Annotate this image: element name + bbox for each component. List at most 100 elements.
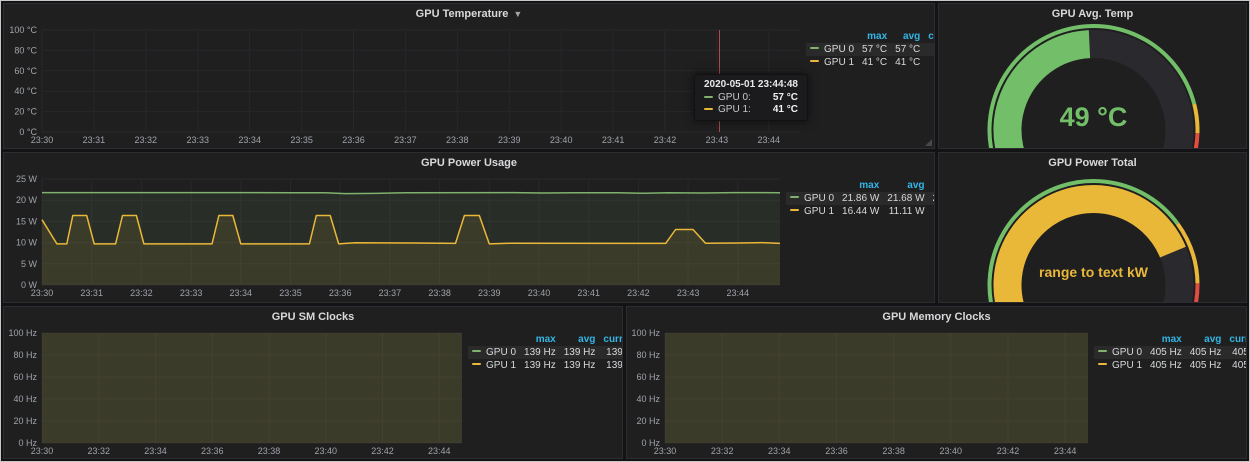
svg-text:23:32: 23:32 <box>88 446 111 456</box>
stat-avg: 139 Hz <box>560 359 600 372</box>
panel-title-gpu-power-total[interactable]: GPU Power Total <box>939 155 1246 171</box>
svg-text:23:34: 23:34 <box>230 288 253 298</box>
svg-text:23:42: 23:42 <box>627 288 650 298</box>
panel-title-text: GPU Power Usage <box>421 157 517 169</box>
gpu-sm-clocks-legend: max avg current GPU 0 139 Hz 139 Hz 139 … <box>468 333 618 372</box>
legend-row-gpu1: GPU 1 405 Hz 405 Hz 405 Hz <box>1094 359 1247 372</box>
svg-text:40 °C: 40 °C <box>14 86 37 96</box>
tooltip-timestamp: 2020-05-01 23:44:48 <box>704 79 798 90</box>
svg-text:49 °C: 49 °C <box>1060 102 1128 132</box>
stat-current: 21.77 W <box>929 192 935 205</box>
legend-header-max: max <box>1146 333 1186 346</box>
panel-gpu-temperature: GPU Temperature▼ 0 °C20 °C40 °C60 °C80 °… <box>3 3 935 149</box>
svg-text:10 W: 10 W <box>16 238 38 248</box>
series-swatch <box>810 60 819 62</box>
gpu-memory-clocks-chart[interactable]: 0 Hz20 Hz40 Hz60 Hz80 Hz100 Hz23:3023:32… <box>629 325 1094 459</box>
legend-series-gpu0[interactable]: GPU 0 <box>806 43 858 56</box>
svg-text:23:30: 23:30 <box>654 446 677 456</box>
svg-text:20 W: 20 W <box>16 195 38 205</box>
panel-title-text: GPU SM Clocks <box>272 311 355 323</box>
stat-current: 41 °C <box>924 56 935 69</box>
svg-text:23:38: 23:38 <box>882 446 905 456</box>
panel-gpu-sm-clocks: GPU SM Clocks 0 Hz20 Hz40 Hz60 Hz80 Hz10… <box>3 306 623 459</box>
gpu-avg-temp-gauge: 49 °C <box>941 22 1244 149</box>
legend-series-gpu0[interactable]: GPU 0 <box>468 346 520 359</box>
legend-header-avg: avg <box>883 179 928 192</box>
series-swatch <box>704 108 713 110</box>
stat-avg: 57 °C <box>891 43 924 56</box>
svg-text:23:34: 23:34 <box>144 446 167 456</box>
stat-current: 139 Hz <box>599 359 623 372</box>
svg-text:23:39: 23:39 <box>498 135 521 145</box>
panel-gpu-power-usage: GPU Power Usage 0 W5 W10 W15 W20 W25 W23… <box>3 152 935 303</box>
stat-max: 21.86 W <box>838 192 883 205</box>
series-swatch <box>472 363 481 365</box>
svg-text:23:34: 23:34 <box>768 446 791 456</box>
svg-text:100 Hz: 100 Hz <box>631 328 660 338</box>
svg-text:20 °C: 20 °C <box>14 107 37 117</box>
svg-text:23:38: 23:38 <box>446 135 469 145</box>
panel-title-gpu-power-usage[interactable]: GPU Power Usage <box>4 155 934 171</box>
legend-series-gpu1[interactable]: GPU 1 <box>1094 359 1146 372</box>
panel-title-text: GPU Avg. Temp <box>1052 8 1134 20</box>
svg-text:23:31: 23:31 <box>80 288 103 298</box>
stat-current: 139 Hz <box>599 346 623 359</box>
svg-text:80 Hz: 80 Hz <box>636 350 660 360</box>
svg-text:40 Hz: 40 Hz <box>13 394 37 404</box>
gpu-power-usage-chart[interactable]: 0 W5 W10 W15 W20 W25 W23:3023:3123:3223:… <box>6 171 786 301</box>
stat-avg: 41 °C <box>891 56 924 69</box>
legend-header-current: current <box>929 179 935 192</box>
svg-text:23:32: 23:32 <box>135 135 158 145</box>
panel-title-gpu-memory-clocks[interactable]: GPU Memory Clocks <box>627 309 1246 325</box>
svg-text:100 Hz: 100 Hz <box>8 328 37 338</box>
svg-text:23:40: 23:40 <box>315 446 338 456</box>
svg-text:23:37: 23:37 <box>379 288 402 298</box>
stat-max: 139 Hz <box>520 359 560 372</box>
svg-text:80 Hz: 80 Hz <box>13 350 37 360</box>
legend-row-gpu1: GPU 1 41 °C 41 °C 41 °C <box>806 56 935 69</box>
legend-row-gpu1: GPU 1 16.44 W 11.11 W 9.79 W <box>786 205 935 218</box>
series-swatch <box>472 350 481 352</box>
gpu-memory-clocks-legend: max avg current GPU 0 405 Hz 405 Hz 405 … <box>1094 333 1242 372</box>
svg-text:23:33: 23:33 <box>180 288 203 298</box>
series-swatch <box>810 47 819 49</box>
stat-avg: 405 Hz <box>1186 346 1226 359</box>
svg-text:5 W: 5 W <box>21 259 38 269</box>
stat-avg: 139 Hz <box>560 346 600 359</box>
panel-title-gpu-sm-clocks[interactable]: GPU SM Clocks <box>4 309 622 325</box>
legend-row-gpu0: GPU 0 139 Hz 139 Hz 139 Hz <box>468 346 623 359</box>
legend-header-current: current <box>924 30 935 43</box>
panel-title-gpu-avg-temp[interactable]: GPU Avg. Temp <box>939 6 1246 22</box>
stat-max: 41 °C <box>858 56 891 69</box>
panel-gpu-avg-temp: GPU Avg. Temp 49 °C <box>938 3 1247 149</box>
legend-series-gpu1[interactable]: GPU 1 <box>786 205 838 218</box>
legend-series-gpu0[interactable]: GPU 0 <box>786 192 838 205</box>
series-swatch <box>790 196 799 198</box>
legend-header-current: current <box>1225 333 1247 346</box>
panel-resize-handle[interactable] <box>925 139 932 146</box>
panel-title-gpu-temperature[interactable]: GPU Temperature▼ <box>4 6 934 22</box>
series-swatch <box>1098 350 1107 352</box>
legend-series-gpu1[interactable]: GPU 1 <box>468 359 520 372</box>
svg-text:23:32: 23:32 <box>711 446 734 456</box>
legend-series-gpu0[interactable]: GPU 0 <box>1094 346 1146 359</box>
stat-max: 57 °C <box>858 43 891 56</box>
tooltip-row-gpu0: GPU 0: 57 °C <box>704 92 798 103</box>
svg-text:23:39: 23:39 <box>478 288 501 298</box>
svg-text:23:44: 23:44 <box>1054 446 1077 456</box>
svg-text:23:42: 23:42 <box>654 135 677 145</box>
svg-text:100 °C: 100 °C <box>9 25 37 35</box>
svg-text:23:34: 23:34 <box>238 135 261 145</box>
svg-text:23:30: 23:30 <box>31 288 54 298</box>
svg-text:23:40: 23:40 <box>550 135 573 145</box>
stat-avg: 405 Hz <box>1186 359 1226 372</box>
svg-text:80 °C: 80 °C <box>14 45 37 55</box>
svg-text:23:35: 23:35 <box>290 135 313 145</box>
gpu-sm-clocks-chart[interactable]: 0 Hz20 Hz40 Hz60 Hz80 Hz100 Hz23:3023:32… <box>6 325 468 459</box>
panel-title-text: GPU Power Total <box>1048 157 1136 169</box>
gpu-temperature-chart[interactable]: 0 °C20 °C40 °C60 °C80 °C100 °C23:3023:31… <box>6 22 806 148</box>
legend-header-max: max <box>838 179 883 192</box>
legend-series-gpu1[interactable]: GPU 1 <box>806 56 858 69</box>
gpu-power-total-gauge: range to text kW <box>941 171 1244 303</box>
svg-text:range to text kW: range to text kW <box>1039 264 1149 280</box>
